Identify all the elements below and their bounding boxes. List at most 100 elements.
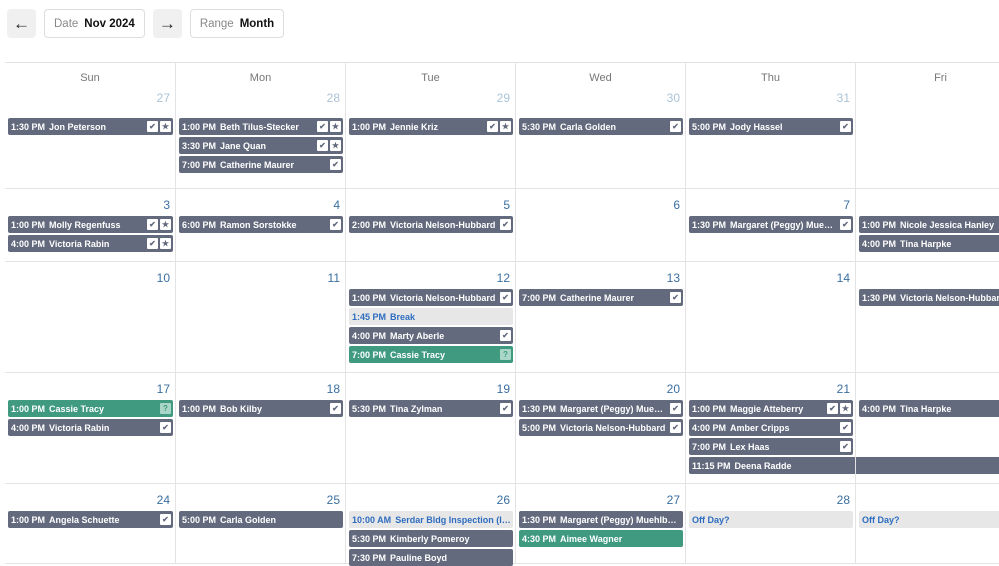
day-cell[interactable]: 1:00 PM Nicole Jessica Hanley 4:00 PM Tina …	[855, 189, 999, 261]
check-icon[interactable]: ✔	[670, 403, 681, 414]
day-cell[interactable]	[855, 91, 999, 188]
day-cell[interactable]: 24 1:00 PM Angela Schuette ✔	[5, 484, 175, 563]
calendar-event[interactable]: 1:30 PM Jon Peterson ✔ ★	[8, 118, 173, 135]
range-picker[interactable]: Range Month	[189, 9, 285, 38]
calendar-event[interactable]: 4:00 PM Victoria Rabin ✔ ★	[8, 235, 173, 252]
calendar-event[interactable]: 5:00 PM Carla Golden	[179, 511, 343, 528]
check-icon[interactable]: ✔	[330, 219, 341, 230]
check-icon[interactable]: ✔	[500, 219, 511, 230]
calendar-event[interactable]: 1:30 PM Victoria Nelson-Hubbard	[859, 289, 999, 306]
prev-month-button[interactable]: ←	[7, 9, 36, 38]
day-cell[interactable]: 29 1:00 PM Jennie Kriz ✔ ★	[345, 91, 515, 188]
check-icon[interactable]: ✔	[160, 514, 171, 525]
day-cell[interactable]: Off Day?	[855, 484, 999, 563]
check-icon[interactable]: ✔	[840, 219, 851, 230]
calendar-event[interactable]: 7:00 PM Catherine Maurer ✔	[179, 156, 343, 173]
calendar-event[interactable]: 4:00 PM Tina Harpke	[859, 235, 999, 252]
check-icon[interactable]: ✔	[670, 292, 681, 303]
star-icon[interactable]: ★	[160, 238, 171, 249]
calendar-event[interactable]: 1:00 PM Maggie Atteberry ✔ ★	[689, 400, 853, 417]
calendar-event[interactable]: 1:00 PM Nicole Jessica Hanley	[859, 216, 999, 233]
check-icon[interactable]: ✔	[487, 121, 498, 132]
day-cell[interactable]: 5 2:00 PM Victoria Nelson-Hubbard ✔	[345, 189, 515, 261]
calendar-event[interactable]: 4:00 PM Amber Cripps ✔	[689, 419, 853, 436]
question-icon[interactable]: ?	[160, 403, 171, 414]
calendar-event[interactable]: 1:00 PM Bob Kilby ✔	[179, 400, 343, 417]
calendar-event[interactable]: 6:00 PM Ramon Sorstokke ✔	[179, 216, 343, 233]
calendar-event[interactable]: Off Day?	[859, 511, 999, 528]
check-icon[interactable]: ✔	[317, 121, 328, 132]
day-cell[interactable]: 17 1:00 PM Cassie Tracy? 4:00 PM Victoria Ra…	[5, 373, 175, 483]
check-icon[interactable]: ✔	[147, 238, 158, 249]
day-cell[interactable]: 27 1:30 PM Margaret (Peggy) Muehlberg 4:30 …	[515, 484, 685, 563]
star-icon[interactable]: ★	[840, 403, 851, 414]
calendar-event[interactable]: 1:00 PM Beth Tilus-Stecker ✔ ★	[179, 118, 343, 135]
calendar-event[interactable]: 5:00 PM Victoria Nelson-Hubbard ✔	[519, 419, 683, 436]
star-icon[interactable]: ★	[160, 121, 171, 132]
calendar-event[interactable]: 4:00 PM Marty Aberle ✔	[349, 327, 513, 344]
star-icon[interactable]: ★	[330, 140, 341, 151]
check-icon[interactable]: ✔	[670, 121, 681, 132]
calendar-event[interactable]: 7:00 PM Catherine Maurer ✔	[519, 289, 683, 306]
calendar-event[interactable]: 1:00 PM Cassie Tracy?	[8, 400, 173, 417]
star-icon[interactable]: ★	[160, 219, 171, 230]
check-icon[interactable]: ✔	[330, 159, 341, 170]
check-icon[interactable]: ✔	[147, 219, 158, 230]
day-cell[interactable]: 1:30 PM Victoria Nelson-Hubbard	[855, 262, 999, 372]
day-cell[interactable]: 11	[175, 262, 345, 372]
check-icon[interactable]: ✔	[330, 403, 341, 414]
day-cell[interactable]: 6	[515, 189, 685, 261]
calendar-event[interactable]: 2:00 PM Victoria Nelson-Hubbard ✔	[349, 216, 513, 233]
calendar-event[interactable]: 5:30 PM Carla Golden ✔	[519, 118, 683, 135]
day-cell[interactable]: 27 1:30 PM Jon Peterson ✔ ★	[5, 91, 175, 188]
check-icon[interactable]: ✔	[840, 121, 851, 132]
calendar-event[interactable]: 4:00 PM Victoria Rabin ✔	[8, 419, 173, 436]
day-cell[interactable]: 4 6:00 PM Ramon Sorstokke ✔	[175, 189, 345, 261]
calendar-event[interactable]: Off Day?	[689, 511, 853, 528]
calendar-event[interactable]: 10:00 AM Serdar Bldg Inspection (In...	[349, 511, 513, 528]
day-cell[interactable]: 18 1:00 PM Bob Kilby ✔	[175, 373, 345, 483]
day-cell[interactable]: 31 5:00 PM Jody Hassel ✔	[685, 91, 855, 188]
day-cell[interactable]: 21 1:00 PM Maggie Atteberry ✔ ★ 4:00 PM Amber …	[685, 373, 999, 483]
calendar-event[interactable]: 1:30 PM Margaret (Peggy) Muehl... ✔	[519, 400, 683, 417]
calendar-event[interactable]: 1:00 PM Jennie Kriz ✔ ★	[349, 118, 513, 135]
check-icon[interactable]: ✔	[840, 441, 851, 452]
day-cell[interactable]: 4:00 PM Tina Harpke	[855, 373, 999, 483]
day-cell[interactable]: 26 10:00 AM Serdar Bldg Inspection (In... 5…	[345, 484, 515, 566]
calendar-event[interactable]: 7:30 PM Pauline Boyd	[349, 549, 513, 566]
next-month-button[interactable]: →	[152, 9, 182, 38]
day-cell[interactable]: 3 1:00 PM Molly Regenfuss ✔ ★ 4:00 PM Victoria…	[5, 189, 175, 261]
calendar-event[interactable]: 3:30 PM Jane Quan ✔ ★	[179, 137, 343, 154]
day-cell[interactable]: 14	[685, 262, 855, 372]
calendar-event[interactable]: 5:00 PM Jody Hassel ✔	[689, 118, 853, 135]
day-cell[interactable]: 20 1:30 PM Margaret (Peggy) Muehl... ✔ 5:00 …	[515, 373, 685, 483]
check-icon[interactable]: ✔	[317, 140, 328, 151]
star-icon[interactable]: ★	[330, 121, 341, 132]
check-icon[interactable]: ✔	[670, 422, 681, 433]
question-icon[interactable]: ?	[500, 349, 511, 360]
calendar-event[interactable]: 4:30 PM Aimee Wagner	[519, 530, 683, 547]
day-cell[interactable]: 28 Off Day?	[685, 484, 855, 563]
day-cell[interactable]: 28 1:00 PM Beth Tilus-Stecker ✔ ★ 3:30 PM Jane…	[175, 91, 345, 188]
calendar-event[interactable]: 1:00 PM Molly Regenfuss ✔ ★	[8, 216, 173, 233]
check-icon[interactable]: ✔	[160, 422, 171, 433]
calendar-event[interactable]: 1:30 PM Margaret (Peggy) Muehl... ✔	[689, 216, 853, 233]
calendar-event[interactable]: 1:00 PM Victoria Nelson-Hubbard ✔	[349, 289, 513, 306]
calendar-event[interactable]: 4:00 PM Tina Harpke	[859, 400, 999, 417]
day-cell[interactable]: 13 7:00 PM Catherine Maurer ✔	[515, 262, 685, 372]
check-icon[interactable]: ✔	[147, 121, 158, 132]
calendar-event[interactable]: 7:00 PM Cassie Tracy?	[349, 346, 513, 363]
check-icon[interactable]: ✔	[500, 292, 511, 303]
date-picker[interactable]: Date Nov 2024	[44, 9, 145, 38]
day-cell[interactable]: 10	[5, 262, 175, 372]
calendar-event[interactable]: 5:30 PM Kimberly Pomeroy	[349, 530, 513, 547]
calendar-event[interactable]: 7:00 PM Lex Haas ✔	[689, 438, 853, 455]
check-icon[interactable]: ✔	[827, 403, 838, 414]
check-icon[interactable]: ✔	[500, 330, 511, 341]
day-cell[interactable]: 30 5:30 PM Carla Golden ✔	[515, 91, 685, 188]
calendar-event[interactable]: 5:30 PM Tina Zylman ✔	[349, 400, 513, 417]
day-cell[interactable]: 12 1:00 PM Victoria Nelson-Hubbard ✔ 1:45 PM…	[345, 262, 515, 372]
day-cell[interactable]: 7 1:30 PM Margaret (Peggy) Muehl... ✔	[685, 189, 855, 261]
star-icon[interactable]: ★	[500, 121, 511, 132]
calendar-event[interactable]: 1:45 PM Break	[349, 308, 513, 325]
